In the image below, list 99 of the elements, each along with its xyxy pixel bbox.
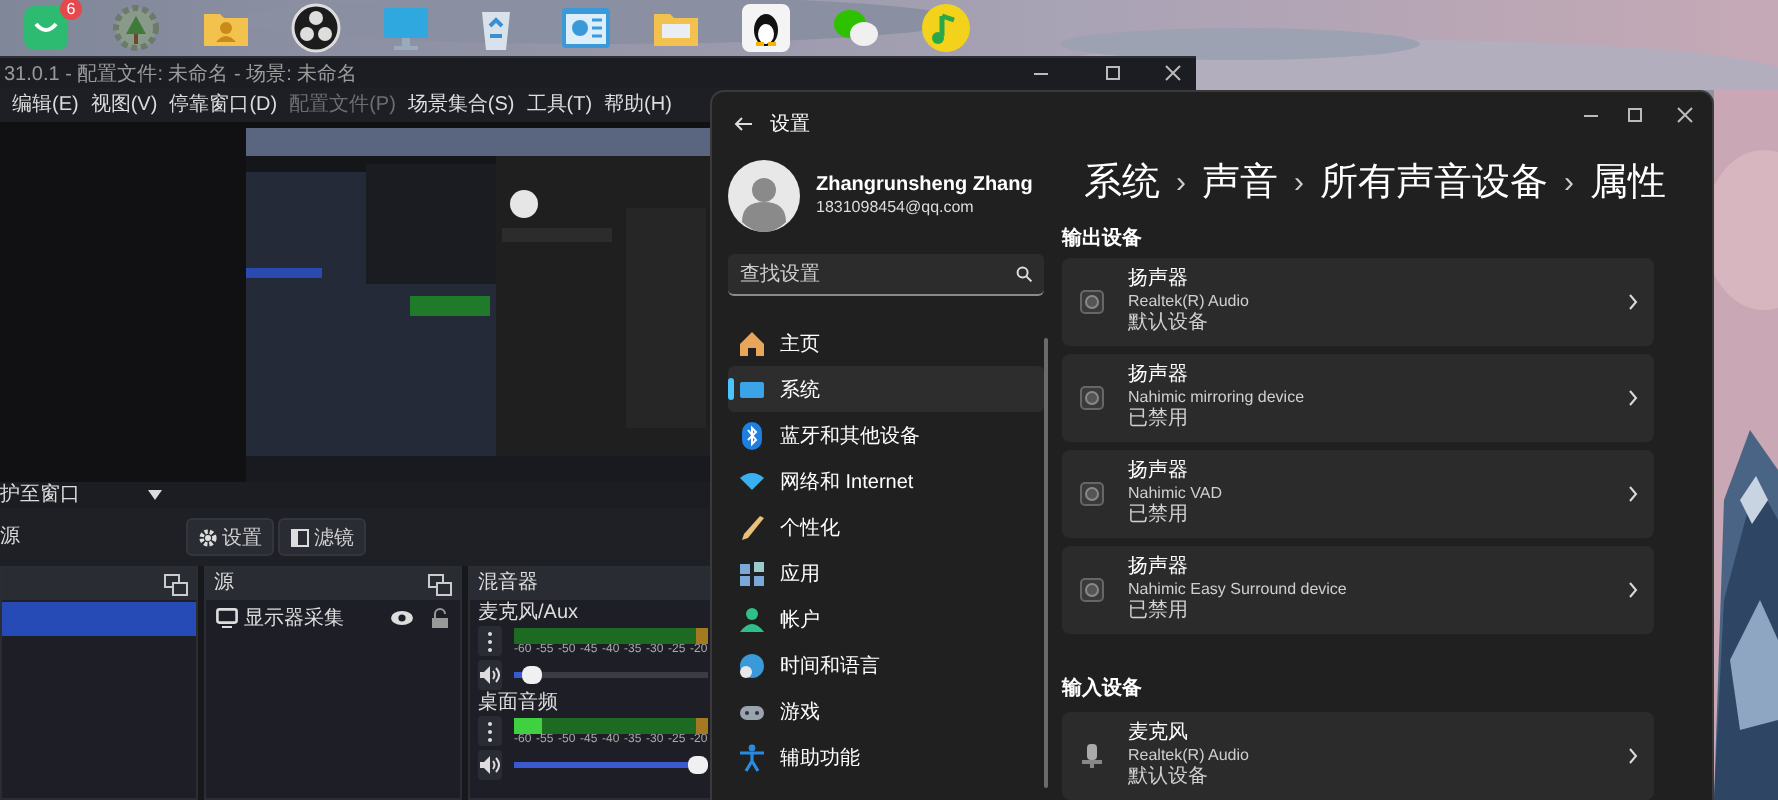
device-card[interactable]: 麦克风 Realtek(R) Audio 默认设备 bbox=[1062, 712, 1654, 800]
user-email: 1831098454@qq.com bbox=[816, 198, 976, 218]
breadcrumb-item[interactable]: 所有声音设备 bbox=[1320, 156, 1548, 208]
chevron-icon bbox=[1628, 582, 1638, 598]
device-card[interactable]: 扬声器 Nahimic VAD 已禁用 bbox=[1062, 450, 1654, 538]
menu-item[interactable]: 视图(V) bbox=[84, 88, 164, 122]
panel-title: 源 bbox=[214, 570, 234, 598]
avatar bbox=[728, 160, 800, 232]
nav-item[interactable]: 时间和语言 bbox=[728, 642, 1044, 688]
device-name: 麦克风 bbox=[1128, 722, 1190, 746]
wifi-icon bbox=[738, 467, 766, 495]
device-driver: Nahimic Easy Surround device bbox=[1128, 580, 1349, 599]
source-name: 显示器采集 bbox=[244, 605, 346, 632]
panel-title: 混音器 bbox=[478, 570, 538, 598]
volume-button[interactable] bbox=[478, 660, 502, 690]
speaker-icon bbox=[1080, 290, 1104, 314]
nav-item[interactable]: 个性化 bbox=[728, 504, 1044, 550]
speaker-icon[interactable] bbox=[480, 756, 500, 774]
device-name: 扬声器 bbox=[1128, 364, 1190, 388]
device-status: 已禁用 bbox=[1128, 408, 1190, 432]
breadcrumb-separator: › bbox=[1564, 165, 1574, 199]
search-field[interactable]: 查找设置 bbox=[728, 254, 1044, 296]
section-title: 输出设备 bbox=[1062, 226, 1144, 252]
menu-item[interactable]: 停靠窗口(D) bbox=[163, 88, 284, 122]
menu-item[interactable]: 编辑(E) bbox=[6, 88, 85, 122]
back-icon[interactable] bbox=[734, 116, 752, 132]
chevron-icon bbox=[1628, 486, 1638, 502]
globe-icon bbox=[738, 651, 766, 679]
breadcrumb-item[interactable]: 声音 bbox=[1202, 156, 1278, 208]
menu-item[interactable]: 场景集合(S) bbox=[401, 88, 521, 122]
device-card[interactable]: 扬声器 Nahimic Easy Surround device 已禁用 bbox=[1062, 546, 1654, 634]
caret-icon[interactable] bbox=[148, 490, 162, 500]
device-driver: Realtek(R) Audio bbox=[1128, 292, 1251, 312]
nav-item[interactable]: 帐户 bbox=[728, 596, 1044, 642]
zoom-label: 护至窗口 bbox=[0, 482, 80, 508]
device-driver: Nahimic VAD bbox=[1128, 484, 1224, 503]
chevron-icon bbox=[1628, 390, 1638, 406]
device-card[interactable]: 扬声器 Nahimic mirroring device 已禁用 bbox=[1062, 354, 1654, 442]
window-title: 设置 bbox=[770, 111, 810, 138]
accessibility-icon bbox=[738, 743, 766, 771]
device-status: 默认设备 bbox=[1128, 766, 1210, 790]
chevron-icon bbox=[1628, 748, 1638, 764]
eye-icon[interactable] bbox=[390, 610, 414, 626]
toolbar-label: 源 bbox=[0, 523, 22, 551]
undock-icon[interactable] bbox=[428, 573, 452, 595]
filters-button[interactable]: 滤镜 bbox=[278, 518, 366, 556]
breadcrumb-item[interactable]: 属性 bbox=[1590, 156, 1666, 208]
menu-item[interactable]: 帮助(H) bbox=[598, 88, 678, 122]
speaker-icon[interactable] bbox=[480, 666, 500, 684]
apps-icon bbox=[738, 559, 766, 587]
brush-icon bbox=[738, 513, 766, 541]
device-status: 已禁用 bbox=[1128, 504, 1190, 528]
nav-item[interactable]: 蓝牙和其他设备 bbox=[728, 412, 1044, 458]
close-icon[interactable] bbox=[1673, 106, 1695, 124]
slider-thumb[interactable] bbox=[688, 756, 708, 774]
device-status: 已禁用 bbox=[1128, 600, 1190, 624]
monitor-icon bbox=[216, 608, 238, 628]
panel-icon bbox=[290, 527, 310, 547]
menu-button[interactable] bbox=[478, 626, 502, 656]
scrollbar[interactable] bbox=[1044, 338, 1048, 788]
speaker-icon bbox=[1080, 482, 1104, 506]
breadcrumb-separator: › bbox=[1176, 165, 1186, 199]
chevron-icon bbox=[1628, 294, 1638, 310]
speaker-icon bbox=[1080, 578, 1104, 602]
gear-icon bbox=[198, 527, 218, 547]
nav-item[interactable]: 应用 bbox=[728, 550, 1044, 596]
menu-button[interactable] bbox=[478, 716, 502, 746]
device-driver: Nahimic mirroring device bbox=[1128, 388, 1307, 407]
volume-button[interactable] bbox=[478, 750, 502, 780]
unlock-icon[interactable] bbox=[430, 608, 450, 628]
channel-name: 麦克风/Aux bbox=[478, 602, 579, 626]
nav-item[interactable]: 系统 bbox=[728, 366, 1044, 412]
bluetooth-icon bbox=[738, 421, 766, 449]
device-name: 扬声器 bbox=[1128, 556, 1190, 580]
speaker-icon bbox=[1080, 386, 1104, 410]
undock-icon[interactable] bbox=[164, 573, 188, 595]
nav-item[interactable]: 游戏 bbox=[728, 688, 1044, 734]
nav-item[interactable]: 网络和 Internet bbox=[728, 458, 1044, 504]
nav-item[interactable]: 辅助功能 bbox=[728, 734, 1044, 780]
breadcrumb-separator: › bbox=[1294, 165, 1304, 199]
breadcrumb-item[interactable]: 系统 bbox=[1084, 156, 1160, 208]
microphone-icon bbox=[1080, 744, 1104, 768]
person-icon bbox=[738, 605, 766, 633]
device-card[interactable]: 扬声器 Realtek(R) Audio 默认设备 bbox=[1062, 258, 1654, 346]
home-icon bbox=[738, 329, 766, 357]
user-name: Zhangrunsheng Zhang bbox=[816, 174, 1033, 198]
device-name: 扬声器 bbox=[1128, 460, 1190, 484]
volume-slider[interactable] bbox=[514, 762, 708, 768]
channel-name: 桌面音频 bbox=[478, 692, 558, 716]
section-title: 输入设备 bbox=[1062, 676, 1144, 702]
device-name: 扬声器 bbox=[1128, 268, 1190, 292]
maximize-icon[interactable] bbox=[1623, 106, 1645, 124]
settings-button[interactable]: 设置 bbox=[186, 518, 274, 556]
device-status: 默认设备 bbox=[1128, 312, 1210, 336]
device-driver: Realtek(R) Audio bbox=[1128, 746, 1251, 766]
search-icon bbox=[1016, 266, 1032, 282]
slider-thumb[interactable] bbox=[522, 666, 543, 684]
menu-item[interactable]: 工具(T) bbox=[520, 88, 599, 122]
nav-item[interactable]: 主页 bbox=[728, 320, 1044, 366]
